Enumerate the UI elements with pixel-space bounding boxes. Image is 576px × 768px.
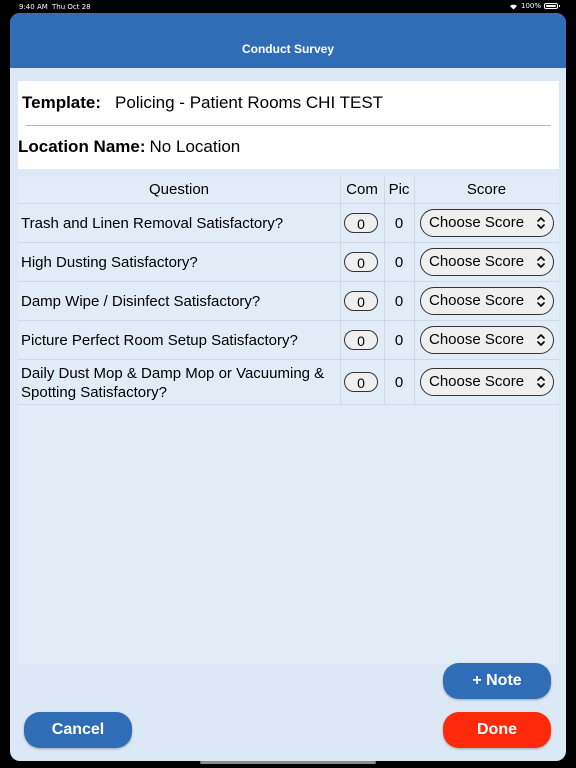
template-value: Policing - Patient Rooms CHI TEST — [115, 93, 384, 112]
score-label: Choose Score — [429, 292, 525, 309]
comment-count-button[interactable]: 0 — [344, 213, 378, 233]
question-text: High Dusting Satisfactory? — [21, 254, 198, 271]
choose-score-dropdown[interactable]: Choose Score — [420, 248, 554, 276]
picture-count: 0 — [394, 332, 404, 349]
status-time: 9:40 AM — [19, 3, 48, 11]
add-note-button[interactable]: + Note — [443, 663, 551, 699]
table-row: Trash and Linen Removal Satisfactory? 0 … — [18, 204, 559, 243]
status-date: Thu Oct 28 — [52, 3, 91, 11]
choose-score-dropdown[interactable]: Choose Score — [420, 287, 554, 315]
score-label: Choose Score — [429, 373, 525, 390]
navbar: Conduct Survey — [10, 13, 566, 68]
done-button[interactable]: Done — [443, 712, 551, 748]
picture-count: 0 — [394, 293, 404, 310]
header-pic: Pic — [388, 181, 410, 198]
comment-count-button[interactable]: 0 — [344, 372, 378, 392]
comment-count-button[interactable]: 0 — [344, 330, 378, 350]
chevron-up-down-icon — [537, 295, 545, 307]
table-row: Daily Dust Mop & Damp Mop or Vacuuming &… — [18, 360, 559, 405]
status-right: 100% — [509, 2, 560, 10]
question-text: Daily Dust Mop & Damp Mop or Vacuuming &… — [21, 365, 325, 401]
cancel-button[interactable]: Cancel — [24, 712, 132, 748]
picture-count: 0 — [394, 215, 404, 232]
table-row: Damp Wipe / Disinfect Satisfactory? 0 0 … — [18, 282, 559, 321]
location-label: Location Name: — [18, 137, 146, 156]
score-label: Choose Score — [429, 331, 525, 348]
comment-count-button[interactable]: 0 — [344, 252, 378, 272]
chevron-up-down-icon — [537, 376, 545, 388]
header-com: Com — [346, 181, 378, 198]
picture-count: 0 — [394, 254, 404, 271]
question-text: Damp Wipe / Disinfect Satisfactory? — [21, 293, 261, 310]
home-indicator[interactable] — [200, 761, 376, 764]
battery-percent: 100% — [520, 2, 541, 10]
choose-score-dropdown[interactable]: Choose Score — [420, 368, 554, 396]
status-bar: 9:40 AM Thu Oct 28 100% — [0, 0, 576, 14]
battery-icon — [544, 3, 560, 9]
choose-score-dropdown[interactable]: Choose Score — [420, 209, 554, 237]
wifi-icon — [509, 3, 518, 10]
survey-sheet: Conduct Survey Template: Policing - Patie… — [10, 13, 566, 761]
comment-count-button[interactable]: 0 — [344, 291, 378, 311]
location-value: No Location — [149, 137, 241, 156]
header-question: Question — [148, 181, 210, 198]
score-label: Choose Score — [429, 214, 525, 231]
template-row: Template: Policing - Patient Rooms CHI TE… — [22, 93, 383, 113]
chevron-up-down-icon — [537, 334, 545, 346]
location-row: Location Name: No Location — [18, 137, 240, 157]
choose-score-dropdown[interactable]: Choose Score — [420, 326, 554, 354]
header-score: Score — [466, 181, 507, 198]
questions-table: Question Com Pic Score Trash and Linen R… — [18, 177, 559, 664]
table-header: Question Com Pic Score — [18, 177, 559, 204]
score-label: Choose Score — [429, 253, 525, 270]
picture-count: 0 — [394, 374, 404, 391]
survey-info: Template: Policing - Patient Rooms CHI TE… — [18, 81, 559, 169]
template-label: Template: — [22, 93, 102, 112]
chevron-up-down-icon — [537, 217, 545, 229]
table-row: High Dusting Satisfactory? 0 0 Choose Sc… — [18, 243, 559, 282]
table-row: Picture Perfect Room Setup Satisfactory?… — [18, 321, 559, 360]
chevron-up-down-icon — [537, 256, 545, 268]
question-text: Trash and Linen Removal Satisfactory? — [21, 215, 284, 232]
divider — [26, 125, 551, 126]
question-text: Picture Perfect Room Setup Satisfactory? — [21, 332, 298, 349]
page-title: Conduct Survey — [241, 42, 334, 56]
